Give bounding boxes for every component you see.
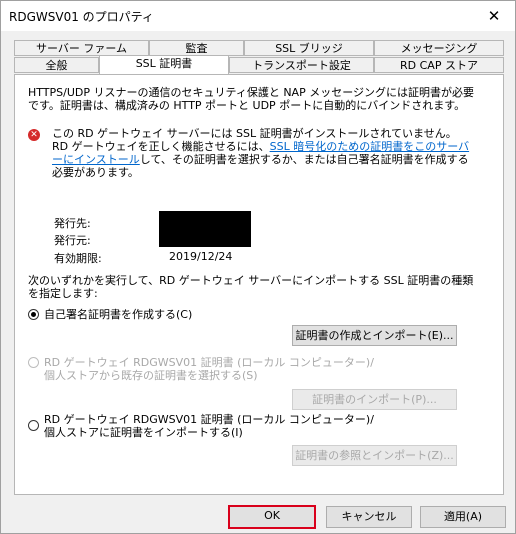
instruction-text: 次のいずれかを実行して、RD ゲートウェイ サーバーにインポートする SSL 証…: [28, 274, 474, 300]
browse-import-button[interactable]: 証明書の参照とインポート(Z)...: [292, 445, 457, 466]
properties-dialog: RDGWSV01 のプロパティ ✕ サーバー ファーム 監査 SSL ブリッジ …: [0, 0, 516, 534]
import-button[interactable]: 証明書のインポート(P)...: [292, 389, 457, 410]
title-bar: RDGWSV01 のプロパティ ✕: [1, 1, 515, 31]
redacted-certificate-info: [159, 211, 251, 247]
create-import-button[interactable]: 証明書の作成とインポート(E)...: [292, 325, 457, 346]
description-text: HTTPS/UDP リスナーの通信のセキュリティ保護と NAP メッセージングに…: [28, 86, 474, 112]
error-icon: ✕: [28, 129, 40, 141]
issued-by-label: 発行元:: [54, 234, 91, 247]
import-personal-label: RD ゲートウェイ RDGWSV01 証明書 (ローカル コンピューター)/個人…: [44, 413, 374, 439]
select-existing-label: RD ゲートウェイ RDGWSV01 証明書 (ローカル コンピューター)/個人…: [44, 356, 374, 382]
tab-transport-settings[interactable]: トランスポート設定: [229, 57, 374, 73]
tab-audit[interactable]: 監査: [149, 40, 244, 56]
apply-button[interactable]: 適用(A): [420, 506, 506, 528]
issued-to-label: 発行先:: [54, 217, 91, 230]
window-title: RDGWSV01 のプロパティ: [9, 10, 154, 24]
tab-server-farm[interactable]: サーバー ファーム: [14, 40, 149, 56]
radio-self-signed[interactable]: [28, 309, 39, 320]
radio-select-existing[interactable]: [28, 357, 39, 368]
tab-ssl-certificate[interactable]: SSL 証明書: [99, 55, 229, 74]
error-message: この RD ゲートウェイ サーバーには SSL 証明書がインストールされていませ…: [52, 127, 472, 179]
tab-general[interactable]: 全般: [14, 57, 99, 73]
close-icon[interactable]: ✕: [483, 5, 505, 27]
radio-import-personal[interactable]: [28, 420, 39, 431]
tab-rd-cap-store[interactable]: RD CAP ストア: [374, 57, 504, 73]
expiry-label: 有効期限:: [54, 252, 102, 265]
tab-messaging[interactable]: メッセージング: [374, 40, 504, 56]
self-signed-label: 自己署名証明書を作成する(C): [44, 308, 193, 321]
ok-button[interactable]: OK: [228, 505, 316, 529]
cancel-button[interactable]: キャンセル: [326, 506, 412, 528]
tab-ssl-bridge[interactable]: SSL ブリッジ: [244, 40, 374, 56]
expiry-value: 2019/12/24: [169, 250, 233, 263]
